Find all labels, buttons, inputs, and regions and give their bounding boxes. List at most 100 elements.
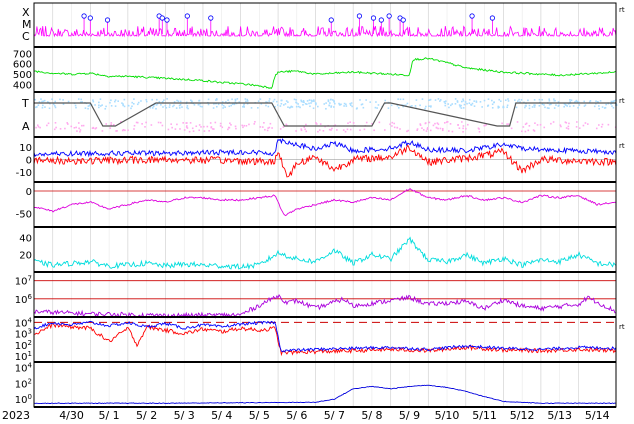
direction-point — [421, 98, 424, 100]
flare-series-line — [33, 25, 617, 38]
direction-point — [349, 128, 352, 131]
direction-point — [515, 106, 518, 109]
direction-point — [221, 126, 224, 129]
direction-point — [444, 104, 447, 107]
direction-point — [458, 127, 461, 129]
direction-point — [269, 122, 272, 125]
direction-point — [175, 107, 178, 109]
flare-marker — [378, 17, 384, 23]
direction-point — [527, 99, 529, 102]
direction-point — [179, 103, 182, 106]
direction-point — [59, 98, 61, 101]
direction-point — [174, 128, 177, 130]
direction-point — [82, 124, 85, 127]
direction-point — [424, 107, 426, 110]
direction-point — [198, 99, 200, 102]
direction-point — [439, 99, 442, 101]
direction-point — [259, 126, 262, 128]
direction-point — [92, 126, 95, 129]
direction-point — [538, 98, 541, 101]
direction-point — [428, 121, 431, 124]
direction-point — [572, 105, 575, 107]
direction-point — [48, 107, 51, 110]
direction-point — [534, 122, 536, 124]
direction-point — [59, 128, 62, 130]
direction-point — [271, 127, 273, 129]
direction-point — [275, 100, 278, 103]
direction-point — [477, 127, 480, 130]
direction-point — [315, 121, 317, 124]
direction-ytick-label: A — [22, 120, 30, 133]
direction-point — [280, 102, 283, 105]
direction-point — [533, 99, 536, 101]
direction-point — [133, 124, 136, 127]
direction-point — [344, 130, 347, 133]
direction-point — [62, 103, 65, 105]
direction-point — [331, 127, 333, 130]
direction-point — [391, 125, 393, 127]
direction-point — [377, 104, 380, 106]
direction-point — [611, 105, 613, 107]
direction-point — [406, 102, 409, 105]
direction-point — [498, 106, 500, 108]
direction-point — [411, 105, 413, 107]
right-mark: rt — [619, 6, 625, 14]
direction-point — [302, 104, 304, 106]
direction-point — [504, 99, 507, 101]
direction-point — [605, 103, 607, 106]
flare-marker — [469, 13, 475, 19]
direction-point — [217, 103, 220, 106]
direction-point — [177, 100, 180, 103]
direction-point — [170, 123, 172, 125]
direction-point — [365, 99, 367, 101]
direction-point — [328, 128, 331, 131]
direction-point — [471, 102, 474, 105]
direction-point — [601, 123, 604, 126]
direction-point — [112, 124, 115, 126]
direction-point — [330, 129, 332, 131]
direction-point — [569, 105, 571, 108]
direction-point — [570, 99, 573, 102]
direction-point — [221, 103, 223, 106]
direction-point — [470, 104, 473, 106]
x-tick-label: 4/30 — [59, 409, 84, 422]
direction-point — [600, 126, 603, 128]
direction-point — [378, 121, 381, 124]
direction-point — [207, 103, 210, 106]
direction-point — [487, 104, 490, 107]
direction-point — [454, 102, 457, 105]
direction-point — [185, 126, 188, 128]
direction-point — [451, 103, 454, 105]
direction-point — [487, 98, 490, 100]
neutron-ytick-label: 100 — [15, 393, 32, 406]
x-tick-label: 5/ 2 — [136, 409, 157, 422]
direction-point — [434, 122, 436, 125]
direction-point — [136, 103, 139, 106]
direction-point — [499, 100, 502, 103]
direction-point — [555, 104, 557, 106]
direction-point — [236, 98, 239, 100]
direction-point — [466, 102, 468, 105]
direction-point — [92, 99, 94, 101]
flare-marker — [159, 15, 165, 21]
direction-point — [42, 100, 45, 103]
direction-point — [101, 130, 104, 132]
direction-point — [132, 102, 135, 105]
direction-point — [41, 106, 44, 109]
direction-point — [327, 100, 330, 103]
direction-point — [483, 124, 486, 127]
direction-point — [183, 129, 186, 131]
direction-point — [441, 127, 444, 130]
direction-point — [156, 98, 158, 101]
direction-point — [384, 99, 387, 102]
flare-marker — [184, 13, 190, 19]
direction-point — [533, 106, 536, 108]
direction-point — [191, 100, 193, 103]
direction-point — [397, 98, 399, 100]
direction-point — [583, 100, 586, 103]
direction-point — [443, 100, 446, 103]
direction-point — [124, 129, 126, 132]
x-tick-label: 5/ 7 — [324, 409, 345, 422]
direction-point — [66, 122, 69, 124]
direction-point — [64, 127, 66, 130]
